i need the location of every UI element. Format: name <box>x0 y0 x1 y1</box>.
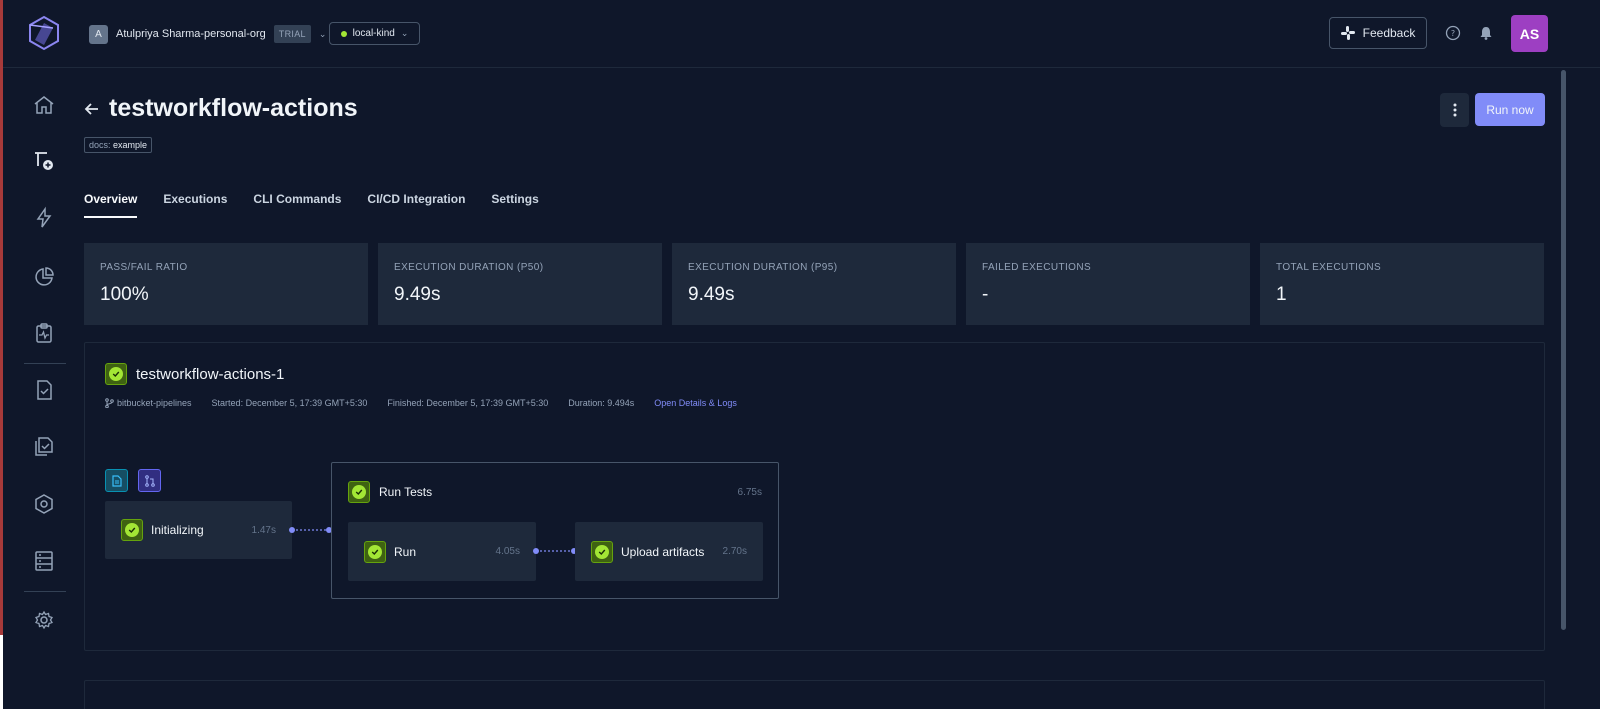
stat-card-failed: FAILED EXECUTIONS - <box>966 243 1250 325</box>
tab-settings[interactable]: Settings <box>491 192 538 218</box>
label-value: example <box>113 140 148 150</box>
group-header: Run Tests <box>348 481 432 503</box>
svg-text:?: ? <box>1451 29 1455 38</box>
clipboard-pulse-icon[interactable] <box>32 321 56 345</box>
step-initializing[interactable]: Initializing 1.47s <box>105 501 292 559</box>
stat-label: TOTAL EXECUTIONS <box>1276 262 1382 273</box>
branch-name: bitbucket-pipelines <box>117 398 192 408</box>
trial-badge: TRIAL <box>273 25 311 43</box>
page-scrollbar[interactable] <box>1561 70 1566 630</box>
stat-value: 9.49s <box>394 284 441 305</box>
step-duration: 2.70s <box>722 546 747 557</box>
passed-status-icon <box>121 519 143 541</box>
sources-icon[interactable] <box>32 549 56 573</box>
tab-cicd-integration[interactable]: CI/CD Integration <box>367 192 465 218</box>
user-avatar[interactable]: AS <box>1511 15 1548 52</box>
step-name: Run <box>394 544 417 559</box>
group-name: Run Tests <box>379 485 433 499</box>
workflows-icon[interactable] <box>32 149 56 173</box>
run-now-button[interactable]: Run now <box>1475 93 1545 126</box>
step-group-run-tests[interactable]: Run Tests 6.75s Run 4.05s Upload artifac… <box>331 462 779 599</box>
back-arrow-icon[interactable] <box>84 100 100 118</box>
file-icon <box>111 474 122 487</box>
passed-status-icon <box>364 540 386 563</box>
more-options-button[interactable] <box>1440 93 1469 127</box>
feedback-button[interactable]: Feedback <box>1329 17 1427 49</box>
stat-label: FAILED EXECUTIONS <box>982 262 1092 273</box>
stat-card-pass-fail: PASS/FAIL RATIO 100% <box>84 243 368 325</box>
stat-value: 100% <box>100 284 149 305</box>
step-duration: 4.05s <box>495 546 520 557</box>
group-duration: 6.75s <box>737 487 762 498</box>
stat-value: - <box>982 284 989 305</box>
finished-time: Finished: December 5, 17:39 GMT+5:30 <box>387 398 549 408</box>
stat-label: EXECUTION DURATION (P50) <box>394 262 544 273</box>
stat-card-duration-p50: EXECUTION DURATION (P50) 9.49s <box>378 243 662 325</box>
git-branch-icon <box>105 398 114 408</box>
branch-info: bitbucket-pipelines <box>105 398 192 408</box>
test-file-icon[interactable] <box>32 378 56 402</box>
step-connector <box>289 527 332 533</box>
started-time: Started: December 5, 17:39 GMT+5:30 <box>211 398 368 408</box>
sidebar-divider <box>24 363 66 364</box>
executors-icon[interactable] <box>32 492 56 516</box>
feedback-label: Feedback <box>1362 26 1416 40</box>
step-duration: 1.47s <box>251 524 276 536</box>
org-name: Atulpriya Sharma-personal-org <box>116 28 266 40</box>
passed-status-icon <box>105 363 127 385</box>
environment-name: local-kind <box>352 28 395 39</box>
home-icon[interactable] <box>32 93 56 117</box>
passed-status-icon <box>348 481 370 503</box>
environment-switcher[interactable]: local-kind ⌄ <box>329 22 420 45</box>
step-upload-artifacts[interactable]: Upload artifacts 2.70s <box>575 522 763 581</box>
stat-value: 9.49s <box>688 284 735 305</box>
chevron-down-icon: ⌄ <box>318 28 327 39</box>
stats-row: PASS/FAIL RATIO 100% EXECUTION DURATION … <box>84 243 1544 325</box>
open-details-link[interactable]: Open Details & Logs <box>654 398 737 408</box>
gear-icon[interactable] <box>32 608 56 632</box>
execution-name: testworkflow-actions-1 <box>136 365 285 383</box>
testkube-logo-icon[interactable] <box>27 15 61 51</box>
sidebar-divider <box>24 591 66 592</box>
test-suites-icon[interactable] <box>32 435 56 459</box>
duration: Duration: 9.494s <box>568 398 635 408</box>
top-bar: A Atulpriya Sharma-personal-org TRIAL ⌄ … <box>3 0 1600 68</box>
tab-overview[interactable]: Overview <box>84 192 138 218</box>
file-action-button[interactable] <box>105 469 128 492</box>
help-icon[interactable]: ? <box>1444 24 1462 42</box>
stat-label: PASS/FAIL RATIO <box>100 262 188 273</box>
stat-card-duration-p95: EXECUTION DURATION (P95) 9.49s <box>672 243 956 325</box>
page-title: testworkflow-actions <box>109 94 358 122</box>
step-connector <box>533 548 577 554</box>
tab-cli-commands[interactable]: CLI Commands <box>253 192 341 218</box>
tab-executions[interactable]: Executions <box>163 192 227 218</box>
step-name: Upload artifacts <box>621 544 705 559</box>
chevron-down-icon: ⌄ <box>400 28 409 38</box>
org-avatar: A <box>89 24 108 44</box>
execution-header[interactable]: testworkflow-actions-1 <box>105 363 284 385</box>
execution-meta: bitbucket-pipelines Started: December 5,… <box>105 398 737 408</box>
bell-icon[interactable] <box>1477 24 1495 42</box>
stat-label: EXECUTION DURATION (P95) <box>688 262 838 273</box>
kebab-icon <box>1453 103 1456 117</box>
workflow-label-tag: docs: example <box>84 137 153 153</box>
step-name: Initializing <box>151 523 204 537</box>
stat-value: 1 <box>1276 284 1287 305</box>
status-dot-icon <box>340 30 347 37</box>
latest-execution-panel: testworkflow-actions-1 bitbucket-pipelin… <box>84 342 1545 651</box>
git-action-button[interactable] <box>138 469 161 492</box>
git-pull-request-icon <box>144 474 155 487</box>
sidebar <box>3 68 83 709</box>
label-key: docs: <box>89 140 111 150</box>
passed-status-icon <box>591 540 613 563</box>
step-run[interactable]: Run 4.05s <box>348 522 536 581</box>
pie-chart-icon[interactable] <box>32 265 56 289</box>
org-switcher[interactable]: A Atulpriya Sharma-personal-org TRIAL ⌄ <box>89 22 326 46</box>
slack-icon <box>1340 26 1355 40</box>
tab-bar: Overview Executions CLI Commands CI/CD I… <box>84 192 539 218</box>
lightning-icon[interactable] <box>32 206 56 230</box>
stat-card-total: TOTAL EXECUTIONS 1 <box>1260 243 1544 325</box>
next-section-panel <box>84 680 1545 709</box>
